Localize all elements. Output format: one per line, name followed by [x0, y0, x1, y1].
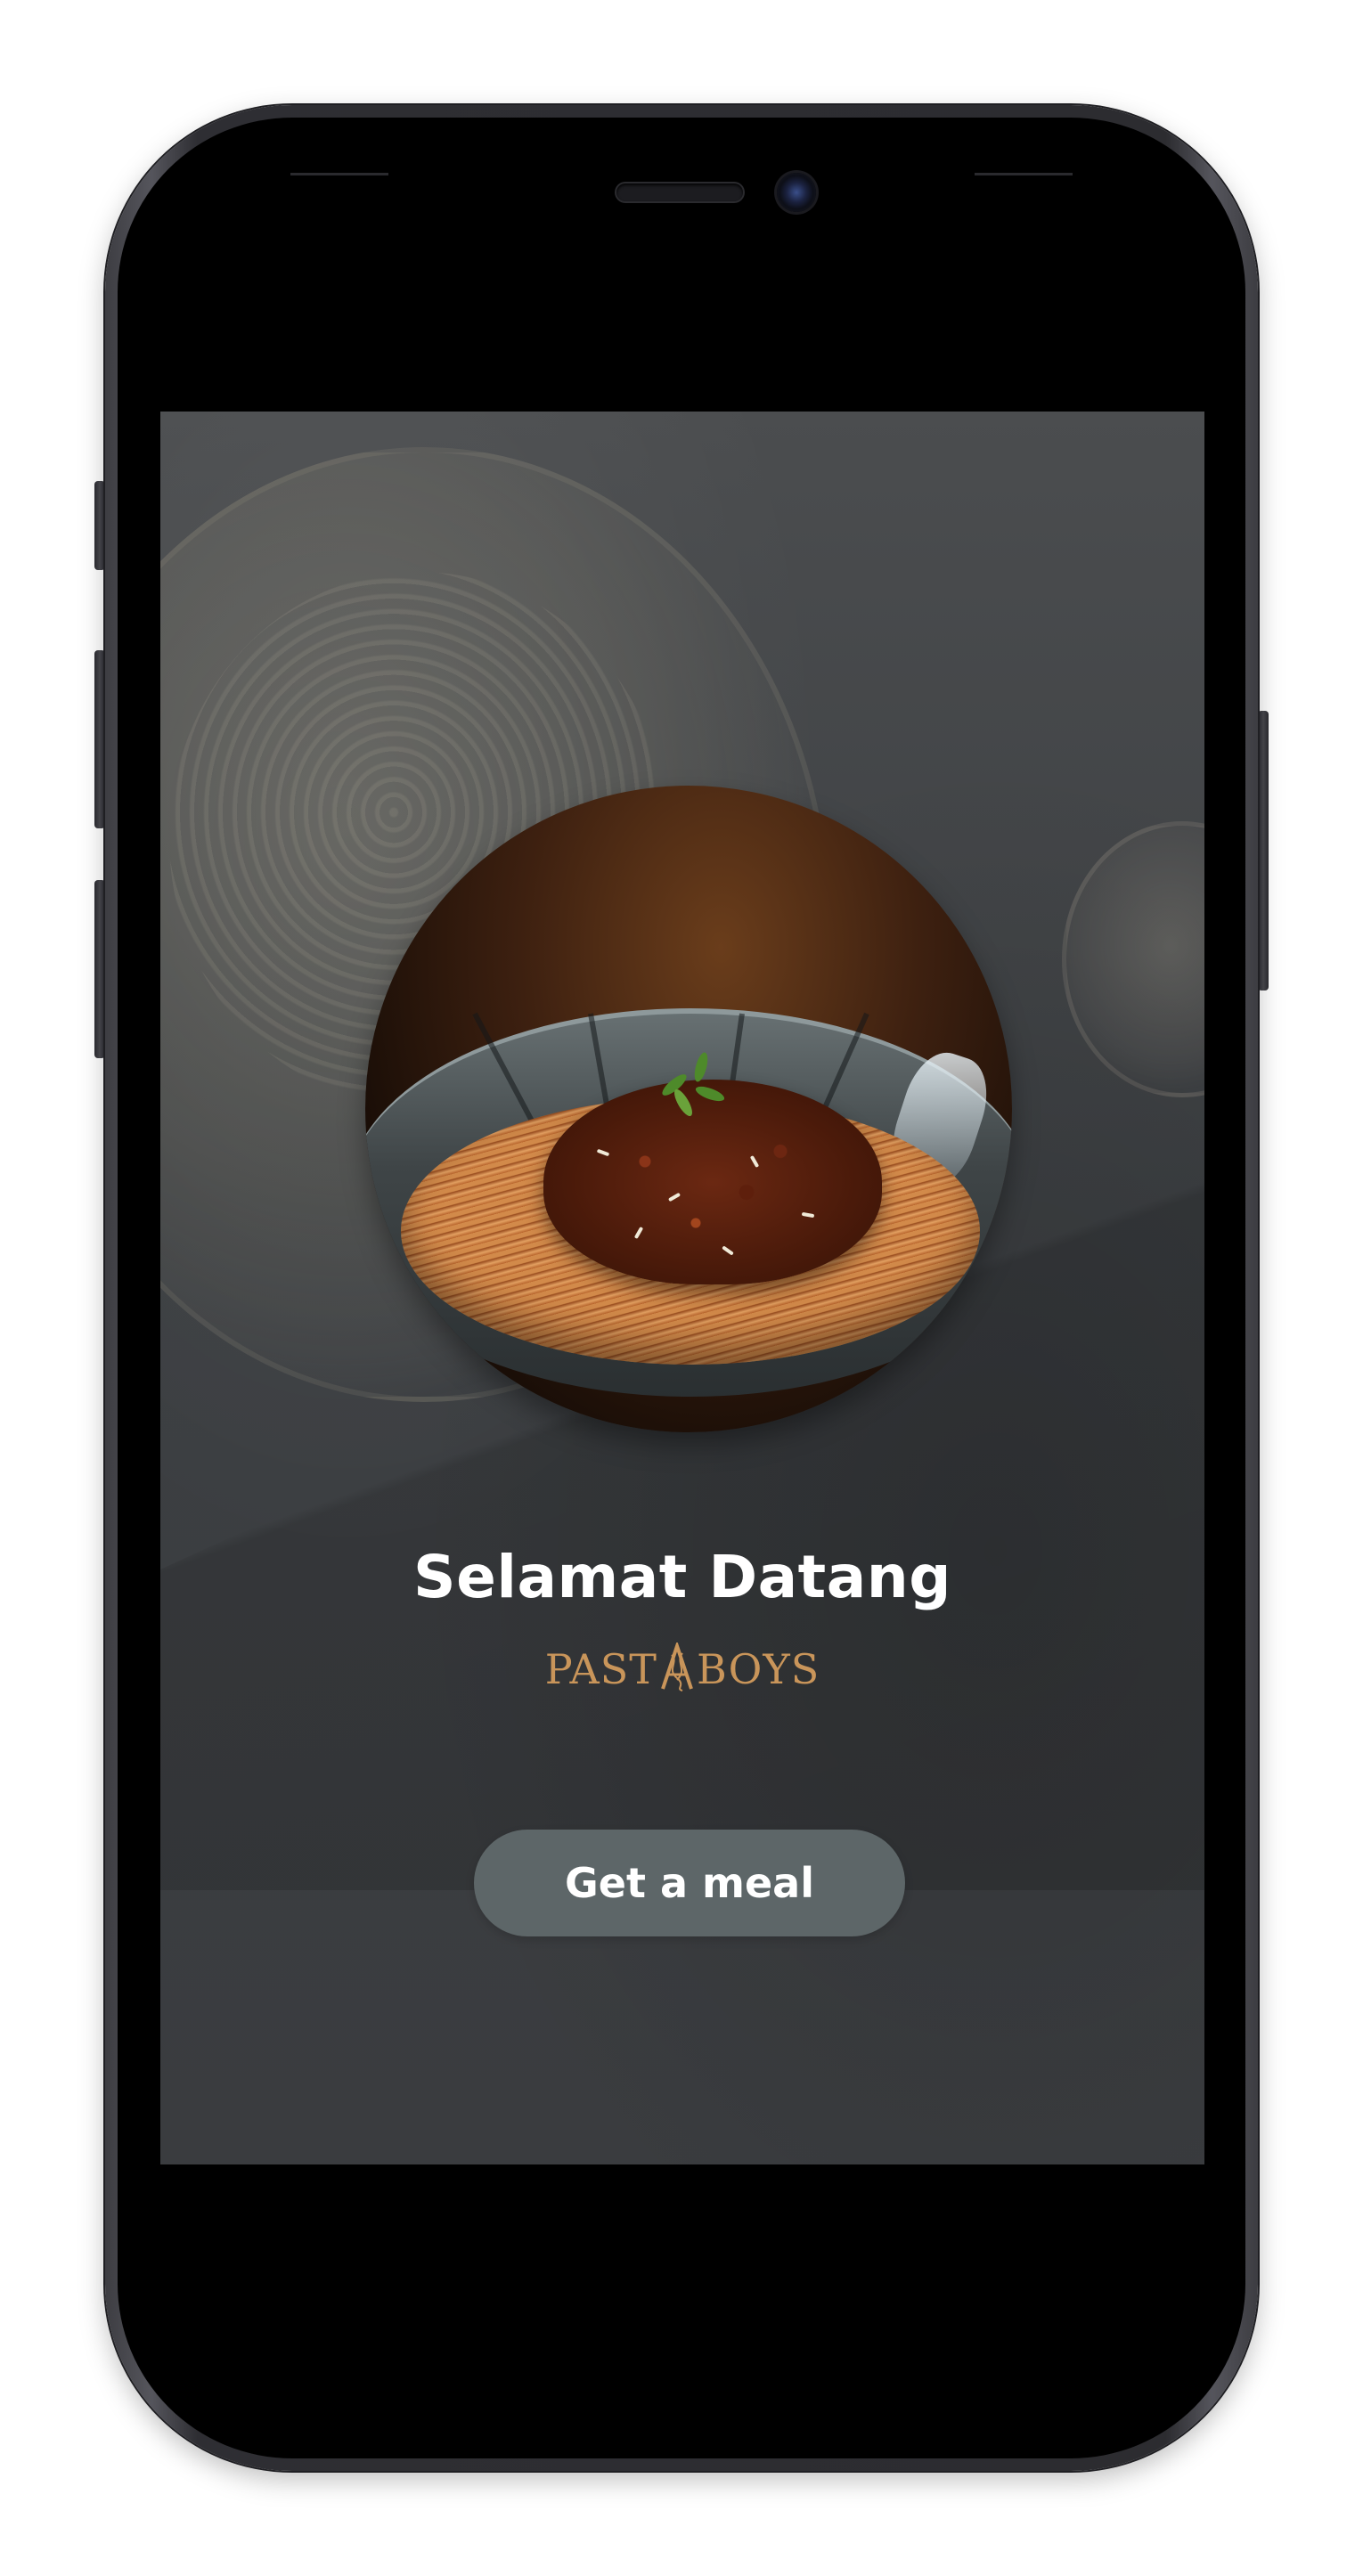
parmesan-flake [633, 1226, 644, 1240]
pasta-fork-logo-icon [661, 1643, 693, 1692]
earpiece-speaker [616, 183, 743, 201]
mockup-stage: Selamat Datang PAST BOYS Get a meal [0, 0, 1363, 2576]
app-screen: Selamat Datang PAST BOYS Get a meal [160, 412, 1204, 2164]
volume-down-button [94, 880, 105, 1058]
volume-up-button [94, 650, 105, 828]
leaf [693, 1083, 727, 1105]
antenna-line-right [975, 173, 1073, 175]
parmesan-flake [722, 1245, 734, 1256]
parmesan-flake [667, 1192, 682, 1202]
front-camera-icon [777, 173, 816, 212]
parmesan-flake [749, 1154, 760, 1169]
parmesan-flake [596, 1148, 610, 1157]
get-a-meal-button[interactable]: Get a meal [474, 1830, 905, 1936]
brand-logo-wordmark-left: PAST [544, 1645, 657, 1693]
leaf [691, 1051, 711, 1083]
brand-logo: PAST BOYS [160, 1643, 1204, 1693]
herb-garnish [650, 1051, 730, 1124]
leaf [671, 1087, 696, 1119]
silent-switch [94, 481, 105, 570]
brand-logo-wordmark-right: BOYS [696, 1645, 820, 1693]
parmesan-flake [801, 1211, 815, 1219]
power-button [1258, 711, 1269, 990]
antenna-line-left [290, 173, 388, 175]
pasta-bowl-photo [365, 786, 1012, 1432]
welcome-title: Selamat Datang [413, 1543, 951, 1611]
